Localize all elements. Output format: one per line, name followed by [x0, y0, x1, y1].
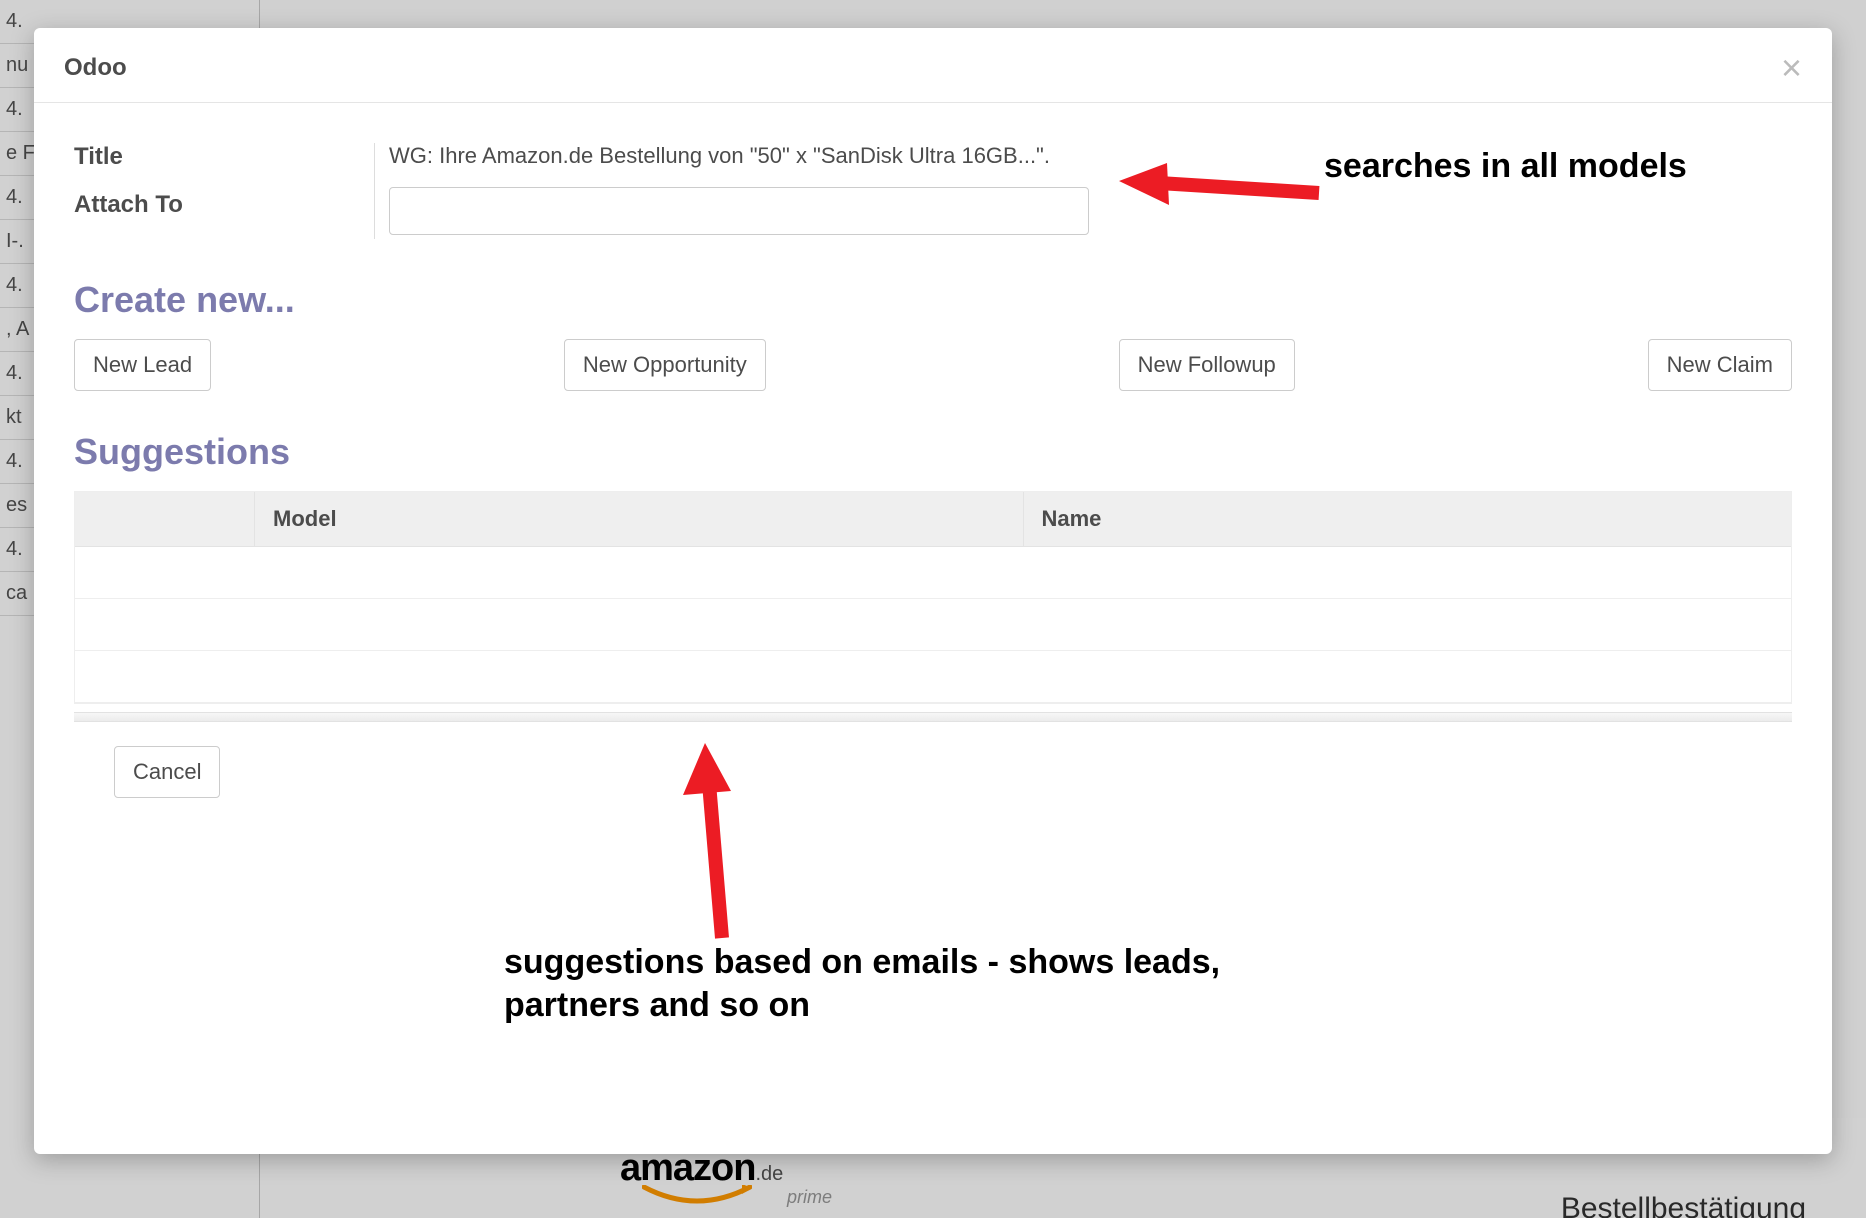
table-row[interactable]	[75, 599, 1791, 651]
col-model: Model	[255, 492, 1024, 546]
label-attach-to: Attach To	[74, 191, 374, 219]
create-new-heading: Create new...	[74, 279, 1792, 321]
title-value: WG: Ihre Amazon.de Bestellung von "50" x…	[389, 143, 1792, 169]
modal-dialog: Odoo × Title Attach To WG: Ihre Amazon.d…	[34, 28, 1832, 1154]
suggestions-table: Model Name	[74, 491, 1792, 704]
modal-body: Title Attach To WG: Ihre Amazon.de Beste…	[34, 103, 1832, 1154]
table-row[interactable]	[75, 547, 1791, 599]
col-blank	[75, 492, 255, 546]
suggestions-header-row: Model Name	[75, 492, 1791, 547]
col-name: Name	[1024, 492, 1792, 546]
label-title: Title	[74, 143, 374, 171]
new-opportunity-button[interactable]: New Opportunity	[564, 339, 766, 391]
new-followup-button[interactable]: New Followup	[1119, 339, 1295, 391]
create-buttons-row: New Lead New Opportunity New Followup Ne…	[74, 339, 1792, 391]
annotation-suggestions: suggestions based on emails - shows lead…	[504, 941, 1324, 1026]
attach-to-input[interactable]	[389, 187, 1089, 235]
splitter-handle[interactable]	[74, 712, 1792, 722]
modal-header: Odoo ×	[34, 28, 1832, 103]
table-row[interactable]	[75, 651, 1791, 703]
new-lead-button[interactable]: New Lead	[74, 339, 211, 391]
close-icon[interactable]: ×	[1781, 57, 1802, 79]
new-claim-button[interactable]: New Claim	[1648, 339, 1792, 391]
modal-title: Odoo	[64, 54, 127, 82]
modal-footer: Cancel	[74, 722, 1792, 828]
suggestions-heading: Suggestions	[74, 431, 1792, 473]
cancel-button[interactable]: Cancel	[114, 746, 220, 798]
